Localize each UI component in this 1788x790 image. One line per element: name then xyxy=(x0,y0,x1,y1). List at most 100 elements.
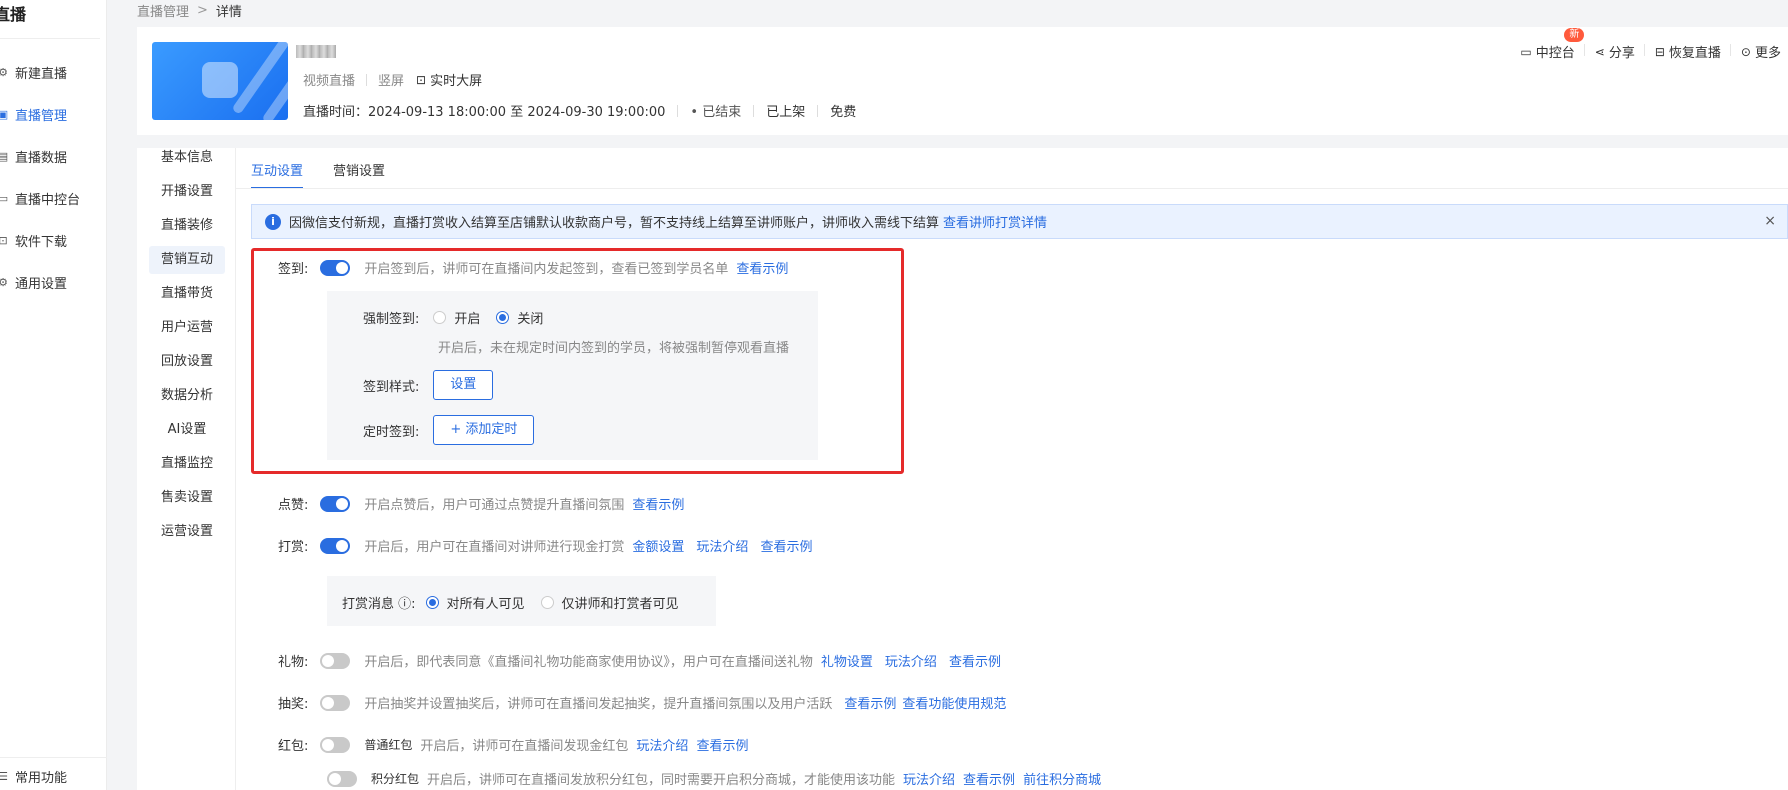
tab-interaction[interactable]: 互动设置 xyxy=(251,160,304,189)
points-redpacket-intro-link[interactable]: 玩法介绍 xyxy=(903,769,955,788)
sidebar-item-control-center[interactable]: ▭ 直播中控台 xyxy=(0,178,107,218)
normal-redpacket-toggle[interactable] xyxy=(320,736,351,753)
brand-title: 直播 xyxy=(0,5,27,24)
points-redpacket-name: 积分红包 xyxy=(371,772,420,786)
control-center-button[interactable]: ▭ 中控台 新 xyxy=(1520,28,1585,61)
sidebar-item-download[interactable]: ⊡ 软件下载 xyxy=(0,220,107,260)
sidebar-item-new-live[interactable]: ⚙ 新建直播 xyxy=(0,52,107,92)
points-redpacket-example-link[interactable]: 查看示例 xyxy=(963,769,1015,788)
add-timed-checkin-button[interactable]: + 添加定时 xyxy=(433,415,535,445)
reward-desc: 开启后，用户可在直播间对讲师进行现金打赏 xyxy=(364,540,625,555)
live-header-card: 视频直播 竖屏 ⊡ 实时大屏 直播时间：2024-09-13 18:00:00 … xyxy=(137,27,1788,135)
checkin-toggle[interactable] xyxy=(320,259,351,276)
checkin-style-label: 签到样式: xyxy=(363,379,420,395)
screen-icon: ⊡ xyxy=(416,72,427,87)
subnav-live-monitor[interactable]: 直播监控 xyxy=(149,450,225,478)
subnav-marketing-interaction[interactable]: 营销互动 xyxy=(149,246,225,274)
lottery-toggle[interactable] xyxy=(320,694,351,711)
force-checkin-desc: 开启后，未在规定时间内签到的学员，将被强制暂停观看直播 xyxy=(438,341,790,356)
like-example-link[interactable]: 查看示例 xyxy=(632,494,684,513)
force-checkin-off-option[interactable]: 关闭 xyxy=(496,308,543,327)
realtime-screen-link[interactable]: ⊡ 实时大屏 xyxy=(416,70,482,90)
new-badge: 新 xyxy=(1564,28,1585,42)
monitor-icon: ▭ xyxy=(0,191,9,205)
divider xyxy=(236,188,1788,189)
control-center-label: 中控台 xyxy=(1535,46,1575,61)
live-meta: 视频直播 竖屏 ⊡ 实时大屏 xyxy=(303,70,482,90)
reward-message-all-option[interactable]: 对所有人可见 xyxy=(425,593,525,612)
radio-selected xyxy=(425,596,439,609)
gift-example-link[interactable]: 查看示例 xyxy=(949,651,1001,670)
subnav-data-analysis[interactable]: 数据分析 xyxy=(149,382,225,410)
subnav-user-operation[interactable]: 用户运营 xyxy=(149,314,225,342)
sidebar-item-label: 直播数据 xyxy=(15,150,68,166)
lottery-rules-link[interactable]: 查看功能使用规范 xyxy=(902,693,1006,712)
lottery-desc: 开启抽奖并设置抽奖后，讲师可在直播间发起抽奖，提升直播间氛围以及用户活跃 xyxy=(364,697,833,712)
sidebar-item-common[interactable]: ☰ 常用功能 xyxy=(0,762,107,790)
option-label: 对所有人可见 xyxy=(446,597,525,612)
breadcrumb-parent[interactable]: 直播管理 xyxy=(137,1,189,20)
subnav-replay-settings[interactable]: 回放设置 xyxy=(149,348,225,376)
checkin-row: 签到: 开启签到后，讲师可在直播间内发起签到，查看已签到学员名单 查看示例 xyxy=(278,258,788,277)
like-toggle[interactable] xyxy=(320,495,351,512)
restore-live-button[interactable]: ⊟ 恢复直播 xyxy=(1655,42,1731,61)
gift-row: 礼物: 开启后，即代表同意《直播间礼物功能商家使用协议》，用户可在直播间送礼物 … xyxy=(278,651,1001,670)
option-label: 仅讲师和打赏者可见 xyxy=(561,597,679,612)
redpacket-points-row: 积分红包 开启后，讲师可在直播间发放积分红包，同时需要开启积分商城，才能使用该功… xyxy=(315,769,1101,788)
subnav-operation-settings[interactable]: 运营设置 xyxy=(149,518,225,546)
download-icon: ⊡ xyxy=(0,233,8,247)
radio-off xyxy=(540,596,554,609)
more-button[interactable]: ⊙ 更多 xyxy=(1741,42,1781,62)
points-mall-link[interactable]: 前往积分商城 xyxy=(1023,769,1101,788)
like-desc: 开启点赞后，用户可通过点赞提升直播间氛围 xyxy=(364,498,625,513)
notice-link[interactable]: 查看讲师打赏详情 xyxy=(943,212,1047,231)
sidebar-item-live-manage[interactable]: ▣ 直播管理 xyxy=(0,94,107,134)
close-icon[interactable]: × xyxy=(1764,213,1776,229)
timed-checkin-label: 定时签到: xyxy=(363,424,420,440)
tab-marketing[interactable]: 营销设置 xyxy=(333,160,385,189)
subnav-live-commerce[interactable]: 直播带货 xyxy=(149,280,225,308)
force-checkin-row: 强制签到: 开启 关闭 xyxy=(363,308,543,327)
points-redpacket-toggle[interactable] xyxy=(327,770,357,787)
reward-label: 打赏: xyxy=(278,540,309,555)
lottery-example-link[interactable]: 查看示例 xyxy=(844,693,896,712)
gift-settings-link[interactable]: 礼物设置 xyxy=(821,651,873,670)
gift-intro-link[interactable]: 玩法介绍 xyxy=(885,651,937,670)
subnav-start-settings[interactable]: 开播设置 xyxy=(149,178,225,206)
live-type: 视频直播 xyxy=(303,74,356,89)
sidebar-item-label: 常用功能 xyxy=(15,770,68,786)
reward-amount-link[interactable]: 金额设置 xyxy=(632,536,684,555)
divider xyxy=(0,38,100,39)
breadcrumb-separator: > xyxy=(197,2,208,18)
normal-redpacket-example-link[interactable]: 查看示例 xyxy=(696,735,748,754)
reward-message-label: 打赏消息 ⓘ: xyxy=(342,597,416,612)
checkin-style-button[interactable]: 设置 xyxy=(433,370,494,400)
sidebar-item-label: 软件下载 xyxy=(15,234,68,250)
divider xyxy=(0,757,107,758)
subnav-decoration[interactable]: 直播装修 xyxy=(149,212,225,240)
subnav-ai-settings[interactable]: AI设置 xyxy=(149,416,225,444)
reward-example-link[interactable]: 查看示例 xyxy=(760,536,812,555)
share-button[interactable]: ⋖ 分享 xyxy=(1595,42,1645,61)
force-checkin-on-option[interactable]: 开启 xyxy=(433,308,480,327)
reward-row: 打赏: 开启后，用户可在直播间对讲师进行现金打赏 金额设置 玩法介绍 查看示例 xyxy=(278,536,812,555)
subnav-basic-info[interactable]: 基本信息 xyxy=(149,144,225,172)
subnav-sale-settings[interactable]: 售卖设置 xyxy=(149,484,225,512)
normal-redpacket-intro-link[interactable]: 玩法介绍 xyxy=(636,735,688,754)
sidebar-item-live-data[interactable]: ▤ 直播数据 xyxy=(0,136,107,176)
gift-toggle[interactable] xyxy=(320,652,351,669)
gear-icon: ⚙ xyxy=(0,65,8,79)
reward-message-limited-option[interactable]: 仅讲师和打赏者可见 xyxy=(540,593,679,612)
reward-message-row: 打赏消息 ⓘ: 对所有人可见 仅讲师和打赏者可见 xyxy=(342,593,679,612)
divider xyxy=(1583,44,1585,56)
sidebar-item-general-settings[interactable]: ⚙ 通用设置 xyxy=(0,262,107,302)
reward-toggle[interactable] xyxy=(320,537,351,554)
box-icon: ▣ xyxy=(0,107,9,121)
price-label: 免费 xyxy=(830,105,857,120)
force-checkin-label: 强制签到: xyxy=(363,312,420,327)
normal-redpacket-desc: 开启后，讲师可在直播间发现金红包 xyxy=(420,739,629,754)
timed-checkin-row: 定时签到: + 添加定时 xyxy=(363,415,535,445)
reward-intro-link[interactable]: 玩法介绍 xyxy=(696,536,748,555)
checkin-example-link[interactable]: 查看示例 xyxy=(736,258,788,277)
redpacket-label: 红包: xyxy=(278,739,309,754)
